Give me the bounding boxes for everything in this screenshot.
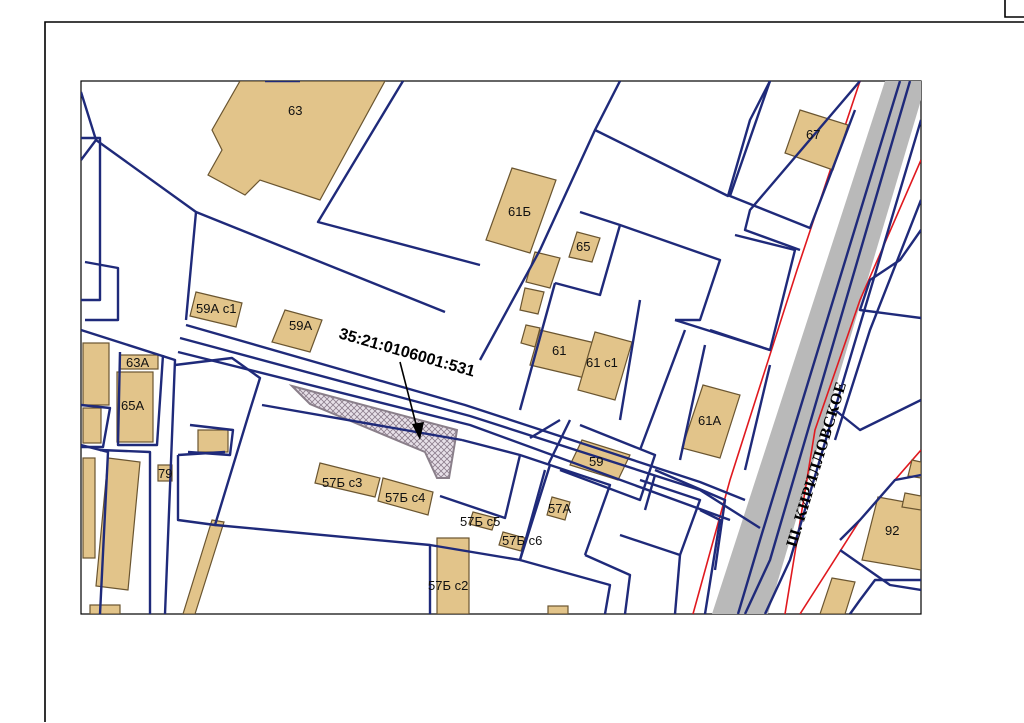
label-63a: 63А (126, 355, 149, 370)
building-west-2 (82, 407, 102, 444)
label-61: 61 (552, 343, 566, 358)
label-57bc4: 57Б с4 (385, 490, 425, 505)
label-57bc3: 57Б с3 (322, 475, 362, 490)
label-67: 67 (806, 127, 820, 142)
label-65a: 65А (121, 398, 144, 413)
label-59ac1: 59А с1 (196, 301, 236, 316)
label-79: 79 (158, 466, 172, 481)
label-57a: 57А (548, 501, 571, 516)
label-65: 65 (576, 239, 590, 254)
building-west-1 (82, 342, 110, 406)
label-63: 63 (288, 103, 302, 118)
building-west-3 (82, 457, 96, 559)
page-corner (1004, 0, 1024, 18)
label-61c1: 61 с1 (586, 355, 618, 370)
label-59a: 59А (289, 318, 312, 333)
label-57bc5: 57Б с5 (460, 514, 500, 529)
cadastral-map-sheet: 63 67 61Б 65 61 61 с1 59А с1 59А 63А 65А… (44, 0, 1024, 722)
building-south (547, 605, 569, 614)
label-61b: 61Б (508, 204, 531, 219)
label-57bc6: 57Б с6 (502, 533, 542, 548)
label-92: 92 (885, 523, 899, 538)
building-west-5 (89, 604, 121, 614)
label-61a: 61А (698, 413, 721, 428)
label-59: 59 (589, 454, 603, 469)
building-92-annex (901, 492, 921, 511)
label-57bc2: 57Б с2 (428, 578, 468, 593)
building-inner (197, 429, 229, 453)
